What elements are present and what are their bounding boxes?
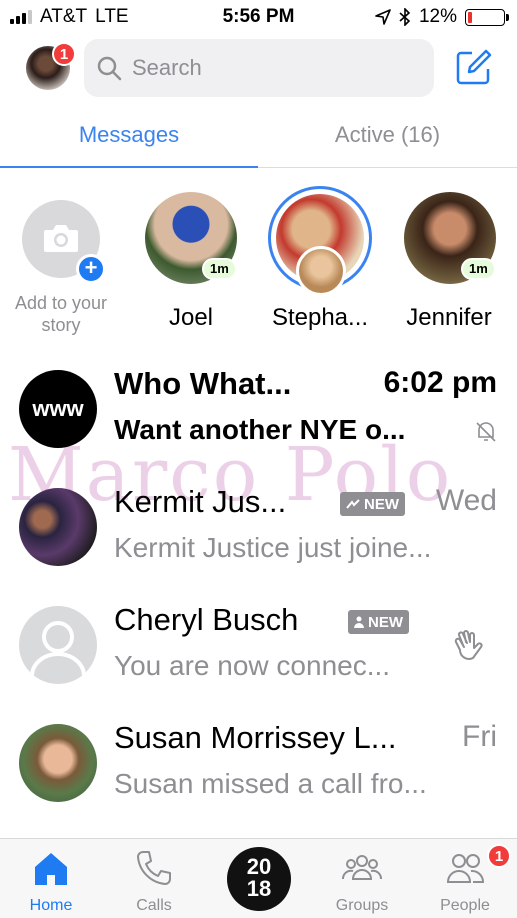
avatar	[19, 606, 97, 684]
profile-notification-badge: 1	[52, 42, 76, 66]
conversation-name: Who What...	[114, 366, 292, 401]
tab-messages[interactable]: Messages	[0, 122, 258, 148]
story-stephanie-avatar	[296, 246, 346, 296]
conversation-time: 6:02 pm	[383, 366, 497, 399]
add-story-plus-icon[interactable]: +	[76, 254, 106, 284]
story-stephanie-name: Stepha...	[271, 304, 369, 331]
groups-icon	[342, 855, 382, 880]
story-jennifer-name: Jennifer	[406, 304, 492, 331]
tab-calls[interactable]: Calls	[109, 839, 199, 918]
bluetooth-icon	[399, 8, 411, 26]
phone-icon	[137, 851, 171, 885]
conversation-row[interactable]: www Who What... 6:02 pm Want another NYE…	[0, 360, 517, 478]
conversation-snippet: Want another NYE o...	[114, 414, 406, 445]
home-icon	[35, 853, 67, 885]
tab-active[interactable]: Active (16)	[258, 122, 517, 148]
camera-icon	[44, 225, 78, 252]
new-year-2018-button[interactable]: 20 18	[227, 847, 291, 911]
tab-groups-label: Groups	[335, 897, 389, 914]
story-joel-time: 1m	[202, 258, 237, 280]
new-badge-label: NEW	[368, 613, 403, 631]
avatar: www	[19, 370, 97, 448]
tab-calls-label: Calls	[136, 897, 172, 914]
avatar	[19, 724, 97, 802]
new-badge: NEW	[340, 492, 405, 516]
conversation-name: Kermit Jus...	[114, 484, 287, 519]
conversation-time: Wed	[435, 484, 497, 517]
conversation-snippet: Susan missed a call fro...	[114, 768, 427, 799]
battery-level	[468, 11, 472, 23]
conversation-time: Fri	[462, 720, 497, 753]
people-icon	[446, 854, 485, 883]
tab-home-label: Home	[29, 897, 73, 914]
conversation-name: Susan Morrissey L...	[114, 720, 397, 755]
search-input[interactable]: Search	[84, 39, 434, 97]
tab-home[interactable]: Home	[6, 839, 96, 918]
battery-percent: 12%	[418, 6, 457, 27]
muted-icon	[476, 422, 496, 442]
new-badge: NEW	[348, 610, 409, 634]
conversation-snippet: You are now connec...	[114, 650, 391, 681]
conversation-row[interactable]: Kermit Jus... NEW Wed Kermit Justice jus…	[0, 478, 517, 596]
default-person-icon	[30, 621, 86, 677]
year-top: 20	[246, 854, 272, 879]
new-badge-label: NEW	[364, 495, 399, 513]
wave-hand-icon[interactable]	[452, 630, 488, 664]
location-arrow-icon	[375, 9, 391, 25]
tab-underline	[0, 166, 258, 168]
add-story-label: Add to your story	[14, 293, 108, 335]
compose-icon[interactable]	[456, 49, 492, 85]
status-bar: AT&T LTE 5:56 PM 12%	[0, 0, 517, 36]
person-icon	[354, 616, 364, 628]
story-jennifer-time: 1m	[461, 258, 496, 280]
people-notification-badge: 1	[487, 844, 511, 868]
conversation-snippet: Kermit Justice just joine...	[114, 532, 432, 563]
story-joel-name: Joel	[168, 304, 214, 331]
year-bottom: 18	[246, 876, 272, 901]
search-icon	[97, 56, 122, 81]
conversation-row[interactable]: Susan Morrissey L... Fri Susan missed a …	[0, 714, 517, 832]
messenger-bolt-icon	[346, 499, 360, 509]
tab-people-label: People	[440, 897, 490, 914]
tab-groups[interactable]: Groups	[317, 839, 407, 918]
conversation-row[interactable]: Cheryl Busch NEW You are now connec...	[0, 596, 517, 714]
battery-icon	[465, 8, 509, 26]
avatar	[19, 488, 97, 566]
conversation-name: Cheryl Busch	[114, 602, 299, 637]
message-tabs: Messages Active (16)	[0, 110, 517, 168]
search-placeholder: Search	[132, 55, 202, 80]
status-icons: 12%	[375, 6, 509, 28]
